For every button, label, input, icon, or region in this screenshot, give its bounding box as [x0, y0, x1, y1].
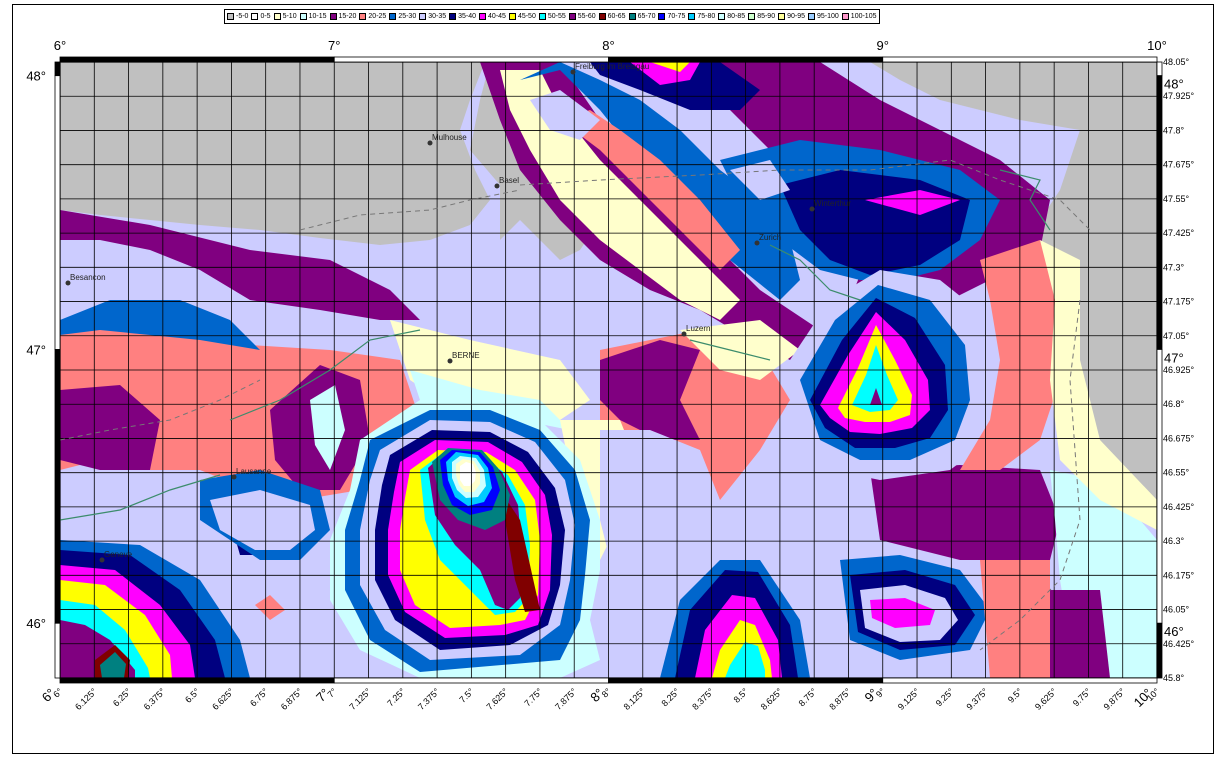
- left-scale-bar: [54, 622, 61, 679]
- bottom-scale-bar: [608, 677, 884, 684]
- bottom-axis-label: 9.625°: [1033, 686, 1059, 712]
- right-scale-bar: [1156, 349, 1163, 624]
- right-axis-label: 46.05°: [1163, 605, 1190, 615]
- top-axis-label: 8°: [602, 38, 614, 53]
- right-axis-label: 46.8°: [1163, 399, 1185, 409]
- bottom-axis-label: 9.875°: [1102, 686, 1128, 712]
- right-axis-label: 46.175°: [1163, 570, 1195, 580]
- city-label: Lausanne: [236, 467, 272, 476]
- right-scale-bar: [1156, 75, 1163, 350]
- contour-map: Mulhouse Basel Freiburg im Breisgau Wintert…: [26, 38, 1195, 712]
- bottom-axis-label: 9.5°: [1006, 686, 1025, 705]
- bottom-axis-label: 8.25°: [659, 686, 681, 708]
- right-axis-label: 47.925°: [1163, 91, 1195, 101]
- right-axis-label: 45.8°: [1163, 673, 1185, 683]
- bottom-axis-label: 7.25°: [385, 686, 407, 708]
- left-axis-label: 46°: [26, 616, 46, 631]
- right-axis-major-label: 46°: [1164, 624, 1184, 639]
- right-axis-label: 47.175°: [1163, 297, 1195, 307]
- bottom-axis-label: 7.375°: [416, 686, 442, 712]
- top-axis-label: 6°: [54, 38, 66, 53]
- bottom-axis-label: 6.375°: [142, 686, 168, 712]
- city-label: Besancon: [70, 273, 106, 282]
- right-axis-label: 46.675°: [1163, 433, 1195, 443]
- bottom-scale-bar: [59, 677, 335, 684]
- right-axis-major-label: 47°: [1164, 350, 1184, 365]
- bottom-axis-label: 9.375°: [964, 686, 990, 712]
- left-axis-label: 48°: [26, 69, 46, 84]
- right-axis-label: 47.8°: [1163, 125, 1185, 135]
- right-axis-label: 47.675°: [1163, 160, 1195, 170]
- bottom-axis-label: 9.125°: [896, 686, 922, 712]
- bottom-axis-label: 6.625°: [210, 686, 236, 712]
- right-scale-bar: [1156, 622, 1163, 679]
- bottom-axis-label: 6.25°: [111, 686, 133, 708]
- city-label: Winterthur: [814, 199, 851, 208]
- city-label: Zurich: [759, 233, 781, 242]
- left-scale-bar: [54, 349, 61, 624]
- right-scale-bar: [1156, 61, 1163, 77]
- left-scale-bar: [54, 75, 61, 350]
- city-label: Geneve: [104, 550, 133, 559]
- bottom-axis-label: 8.5°: [732, 686, 751, 705]
- right-axis-label: 46.925°: [1163, 365, 1195, 375]
- city-label: BERNE: [452, 351, 480, 360]
- bottom-axis-label: 6.5°: [183, 686, 202, 705]
- right-axis-label: 46.425°: [1163, 502, 1195, 512]
- top-scale-bar: [608, 56, 884, 63]
- bottom-scale-bar: [333, 677, 609, 684]
- bottom-axis-label: 9.25°: [934, 686, 956, 708]
- top-axis-label: 7°: [328, 38, 340, 53]
- city-label: Luzern: [686, 324, 710, 333]
- bottom-axis-label: 7.75°: [522, 686, 544, 708]
- right-axis-label: 47.05°: [1163, 331, 1190, 341]
- bottom-axis-label: 8.125°: [622, 686, 648, 712]
- top-scale-bar: [333, 56, 609, 63]
- bottom-axis-label: 7.5°: [457, 686, 476, 705]
- bottom-axis-label: 6.125°: [73, 686, 99, 712]
- top-scale-bar: [882, 56, 1158, 63]
- city-label: Mulhouse: [432, 133, 467, 142]
- bottom-axis-label: 8.625°: [759, 686, 785, 712]
- bottom-axis-label: 7.875°: [553, 686, 579, 712]
- bottom-axis-label: 9.75°: [1071, 686, 1093, 708]
- right-axis-label: 46.55°: [1163, 468, 1190, 478]
- top-scale-bar: [59, 56, 335, 63]
- bottom-axis-label: 8.875°: [827, 686, 853, 712]
- bottom-axis-label: 6.875°: [279, 686, 305, 712]
- bottom-scale-bar: [882, 677, 1158, 684]
- right-axis-label: 48.05°: [1163, 57, 1190, 67]
- right-axis-label: 46.3°: [1163, 536, 1185, 546]
- left-axis-label: 47°: [26, 342, 46, 357]
- right-axis-label: 47.3°: [1163, 262, 1185, 272]
- bottom-axis-label: 8.75°: [797, 686, 819, 708]
- left-scale-bar: [54, 61, 61, 77]
- bottom-axis-label: 6.75°: [248, 686, 270, 708]
- right-axis-label: 47.425°: [1163, 228, 1195, 238]
- top-axis-label: 9°: [877, 38, 889, 53]
- city-label: Basel: [499, 176, 519, 185]
- right-axis-label: 47.55°: [1163, 194, 1190, 204]
- city-label: Freiburg im Breisgau: [575, 62, 649, 71]
- right-axis-major-label: 48°: [1164, 77, 1184, 92]
- bottom-axis-label: 7.125°: [347, 686, 373, 712]
- right-axis-label: 46.425°: [1163, 639, 1195, 649]
- top-axis-label: 10°: [1147, 38, 1167, 53]
- bottom-axis-label: 8.375°: [690, 686, 716, 712]
- bottom-axis-label: 7.625°: [485, 686, 511, 712]
